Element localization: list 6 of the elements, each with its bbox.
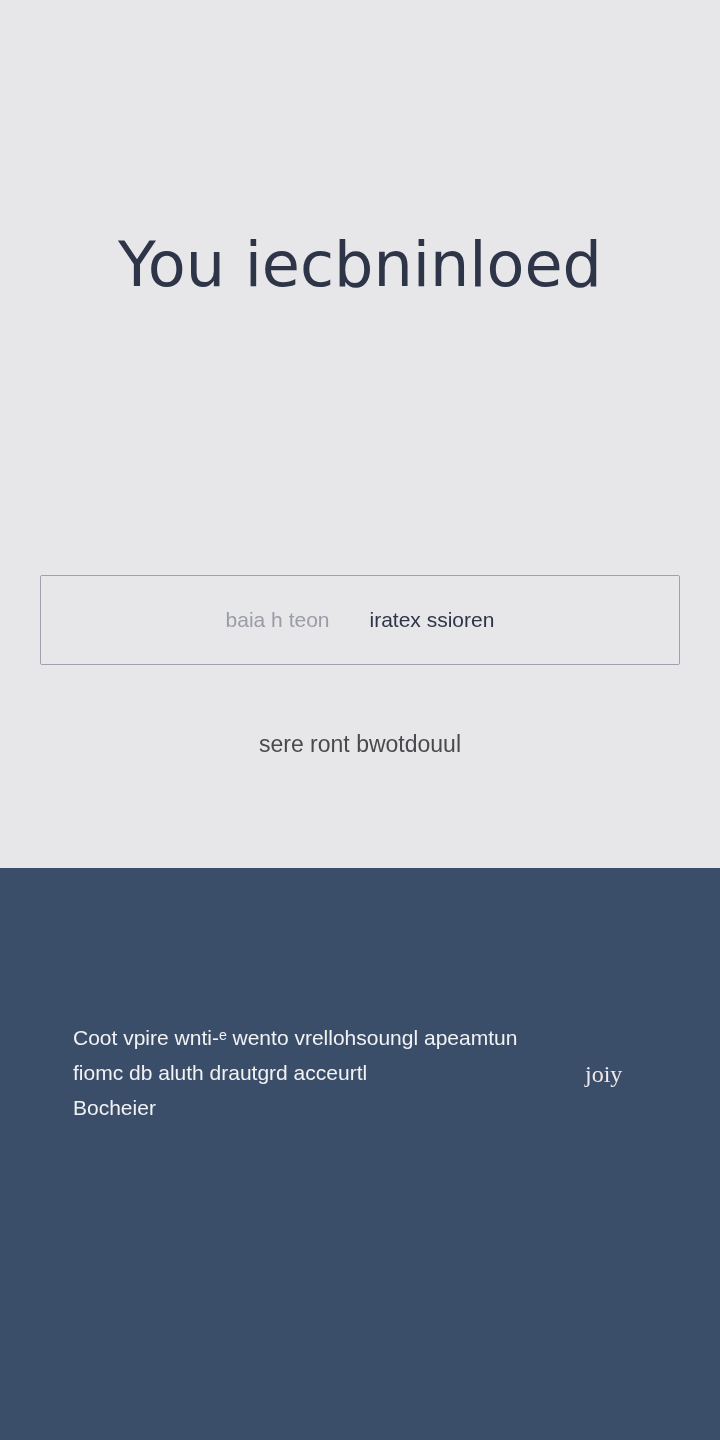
footer-text: Coot vpire wnti-ᵉ wento vrellohsoungl apeamtun fiomc db aluth drautgrd acceurtl Bocheier (73, 1025, 518, 1121)
link[interactable]: sere ront bwotdouul (259, 731, 461, 758)
signature-text: joiy (585, 1061, 623, 1088)
heading: You iecbninloed (118, 228, 602, 301)
box-text: baia h teon (225, 608, 330, 632)
box-text: iratex ssioren (369, 608, 495, 632)
